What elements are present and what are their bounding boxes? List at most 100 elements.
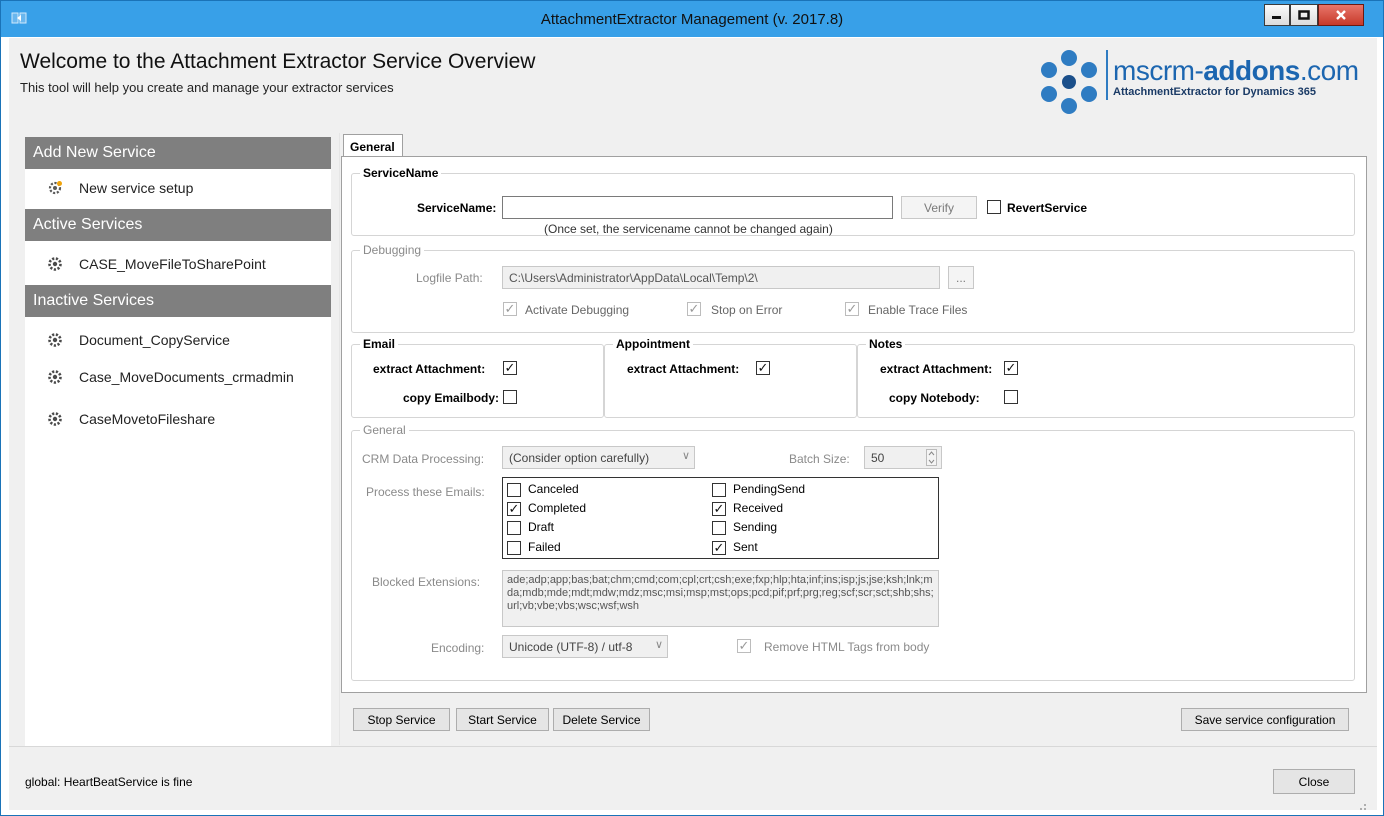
encoding-select[interactable]: Unicode (UTF-8) / utf-8 ∨: [502, 635, 668, 658]
close-icon: [1336, 10, 1346, 20]
email-status-label: Completed: [528, 501, 587, 515]
sidebar-header-add: Add New Service: [25, 137, 331, 169]
email-status-checkbox-canceled[interactable]: [507, 483, 521, 497]
crm-processing-label: CRM Data Processing:: [362, 452, 485, 466]
sidebar-item-inactive-service[interactable]: Case_MoveDocuments_crmadmin: [25, 360, 331, 394]
servicename-legend: ServiceName: [360, 166, 442, 180]
debugging-legend: Debugging: [360, 243, 425, 257]
gear-icon: [48, 257, 62, 271]
email-extract-checkbox[interactable]: ✓: [503, 361, 517, 375]
sidebar-item-label: Document_CopyService: [79, 332, 230, 348]
email-status-checkbox-completed[interactable]: ✓: [507, 502, 521, 516]
stop-service-button[interactable]: Stop Service: [353, 708, 450, 731]
maximize-icon: [1298, 10, 1310, 20]
logo-text: mscrm-addons.com: [1113, 55, 1359, 86]
sidebar: Add New Service New service setup Active…: [25, 137, 331, 747]
email-copy-checkbox[interactable]: [503, 390, 517, 404]
appointment-extract-label: extract Attachment:: [627, 362, 740, 376]
resize-grip-icon[interactable]: [1355, 799, 1367, 811]
gear-add-icon: [48, 181, 62, 195]
logfile-input[interactable]: C:\Users\Administrator\AppData\Local\Tem…: [502, 266, 940, 289]
notes-group: Notes: [857, 337, 1355, 418]
email-status-checkbox-pendingsend[interactable]: [712, 483, 726, 497]
sidebar-item-inactive-service[interactable]: CaseMovetoFileshare: [25, 402, 331, 436]
email-status-checkbox-draft[interactable]: [507, 521, 521, 535]
notes-extract-label: extract Attachment:: [880, 362, 993, 376]
browse-button[interactable]: ...: [948, 266, 974, 289]
servicename-hint: (Once set, the servicename cannot be cha…: [544, 222, 833, 236]
appointment-extract-checkbox[interactable]: ✓: [756, 361, 770, 375]
activate-debugging-checkbox[interactable]: ✓: [503, 302, 517, 316]
email-status-checkbox-sending[interactable]: [712, 521, 726, 535]
email-status-label: Received: [733, 501, 784, 515]
email-status-checkbox-failed[interactable]: [507, 541, 521, 555]
notes-legend: Notes: [866, 337, 906, 351]
sidebar-item-inactive-service[interactable]: Document_CopyService: [25, 323, 331, 357]
appointment-legend: Appointment: [613, 337, 693, 351]
email-legend: Email: [360, 337, 399, 351]
general-legend: General: [360, 423, 409, 437]
chevron-down-icon: ∨: [654, 639, 663, 651]
sidebar-item-label: CaseMovetoFileshare: [79, 411, 216, 427]
verify-button[interactable]: Verify: [901, 196, 977, 219]
stop-on-error-checkbox[interactable]: ✓: [687, 302, 701, 316]
encoding-value: Unicode (UTF-8) / utf-8: [509, 640, 633, 654]
logfile-label: Logfile Path:: [416, 271, 483, 285]
spinner-arrows-icon[interactable]: [926, 449, 937, 466]
start-service-button[interactable]: Start Service: [456, 708, 549, 731]
sidebar-item-active-service[interactable]: CASE_MoveFileToSharePoint: [25, 247, 331, 281]
logo-subtitle: AttachmentExtractor for Dynamics 365: [1113, 86, 1316, 98]
sidebar-header-active: Active Services: [25, 209, 331, 241]
email-group: Email: [351, 337, 604, 418]
logo-mark-icon: [1041, 50, 1097, 114]
email-status-label: Failed: [528, 540, 561, 554]
notes-extract-checkbox[interactable]: ✓: [1004, 361, 1018, 375]
servicename-input[interactable]: [502, 196, 893, 219]
minimize-button[interactable]: [1264, 4, 1290, 26]
title-bar[interactable]: AttachmentExtractor Management (v. 2017.…: [1, 1, 1383, 37]
status-text: global: HeartBeatService is fine: [25, 775, 193, 789]
servicename-label: ServiceName:: [417, 201, 497, 215]
notes-copy-label: copy Notebody:: [889, 391, 980, 405]
logo-divider: [1106, 50, 1108, 100]
close-button[interactable]: Close: [1273, 769, 1355, 794]
revert-service-checkbox[interactable]: [987, 200, 1001, 214]
delete-service-button[interactable]: Delete Service: [553, 708, 650, 731]
app-window: AttachmentExtractor Management (v. 2017.…: [0, 0, 1384, 816]
enable-trace-label: Enable Trace Files: [868, 303, 968, 317]
sidebar-item-label: New service setup: [79, 180, 194, 196]
window-title: AttachmentExtractor Management (v. 2017.…: [540, 11, 844, 28]
encoding-label: Encoding:: [431, 641, 485, 655]
revert-service-label: RevertService: [1007, 201, 1088, 215]
email-status-checkbox-sent[interactable]: ✓: [712, 541, 726, 555]
tab-general[interactable]: General: [343, 134, 403, 157]
enable-trace-checkbox[interactable]: ✓: [845, 302, 859, 316]
gear-icon: [48, 370, 62, 384]
email-status-checkbox-received[interactable]: ✓: [712, 502, 726, 516]
page-subtitle: This tool will help you create and manag…: [20, 80, 394, 95]
appointment-group: Appointment: [604, 337, 857, 418]
process-emails-label: Process these Emails:: [366, 485, 485, 499]
email-status-label: Draft: [528, 520, 555, 534]
notes-copy-checkbox[interactable]: [1004, 390, 1018, 404]
batch-size-stepper[interactable]: 50: [864, 446, 942, 469]
crm-processing-value: (Consider option carefully): [509, 451, 650, 465]
crm-processing-select[interactable]: (Consider option carefully) ∨: [502, 446, 695, 469]
minimize-icon: [1272, 16, 1281, 19]
maximize-button[interactable]: [1290, 4, 1318, 26]
sidebar-item-new-service[interactable]: New service setup: [25, 171, 331, 205]
remove-html-checkbox[interactable]: ✓: [737, 639, 751, 653]
debugging-group: Debugging: [351, 243, 1355, 333]
gear-icon: [48, 412, 62, 426]
sidebar-item-label: Case_MoveDocuments_crmadmin: [79, 369, 294, 385]
blocked-extensions-label: Blocked Extensions:: [372, 575, 481, 589]
stop-on-error-label: Stop on Error: [711, 303, 783, 317]
sidebar-separator: [339, 133, 340, 745]
chevron-down-icon: ∨: [681, 450, 690, 462]
blocked-extensions-input[interactable]: ade;adp;app;bas;bat;chm;cmd;com;cpl;crt;…: [502, 570, 939, 627]
activate-debugging-label: Activate Debugging: [525, 303, 630, 317]
save-configuration-button[interactable]: Save service configuration: [1181, 708, 1349, 731]
page-title: Welcome to the Attachment Extractor Serv…: [20, 50, 536, 73]
gear-icon: [48, 333, 62, 347]
close-window-button[interactable]: [1318, 4, 1364, 26]
